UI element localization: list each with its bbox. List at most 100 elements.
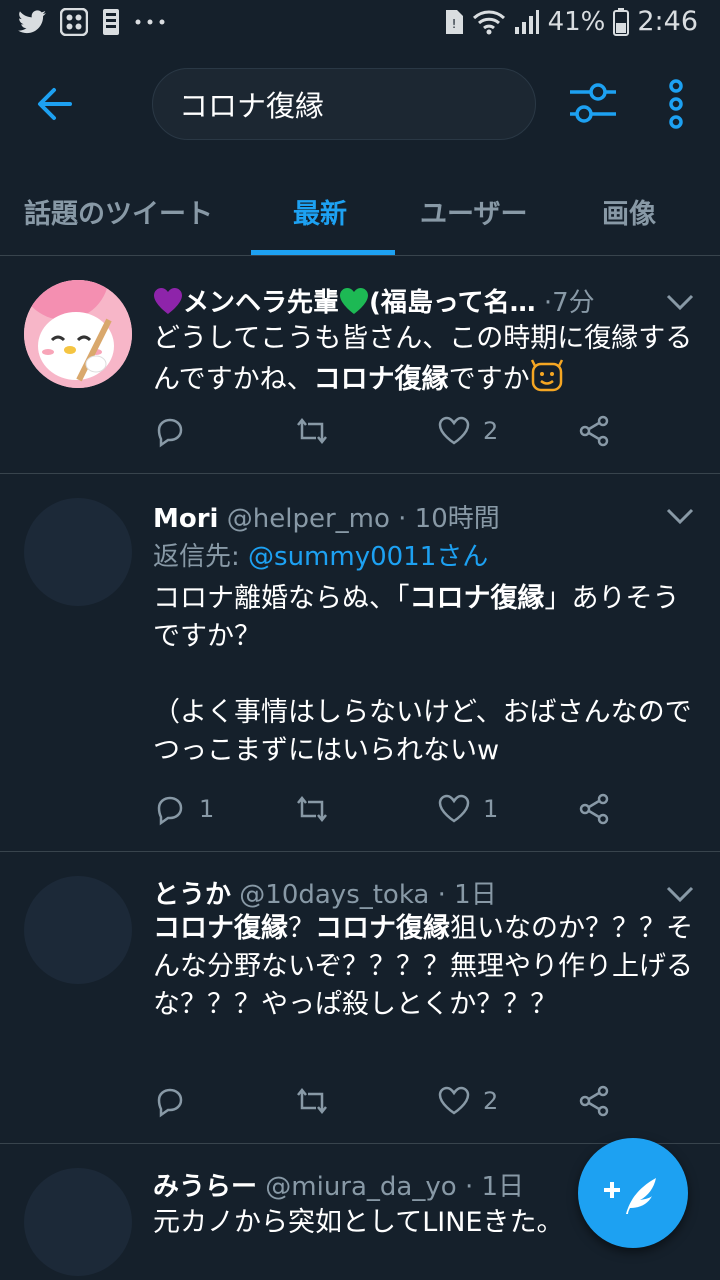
heart-icon: [438, 794, 470, 823]
tweet[interactable]: とうか @10days_toka · 1日 コロナ復縁？コロナ復縁狙いなのか？？…: [0, 852, 720, 1144]
chevron-down-icon[interactable]: [664, 506, 696, 526]
tweet-paragraph: コロナ離婚ならぬ、「コロナ復縁」ありそうですか？: [153, 580, 698, 656]
separator-dot: ·: [437, 880, 446, 910]
app-grid-icon: [60, 8, 88, 36]
retweet-icon: [297, 417, 327, 445]
reply-mention-link[interactable]: @summy0011さん: [248, 542, 488, 572]
heart-icon: [438, 416, 470, 445]
separator-dot: ·: [398, 504, 407, 534]
highlighted-term: コロナ復縁: [409, 583, 545, 614]
filter-button[interactable]: [566, 80, 620, 128]
timestamp[interactable]: 10時間: [415, 504, 500, 534]
handle[interactable]: @miura_da_yo: [265, 1172, 456, 1202]
tweet[interactable]: Mori @helper_mo · 10時間 返信先: @summy0011さん…: [0, 474, 720, 852]
tweet-actions: 2: [153, 1084, 633, 1124]
display-name[interactable]: みうらー: [153, 1172, 257, 1202]
share-icon: [579, 793, 609, 825]
tab-top-tweets[interactable]: 話題のツイート: [24, 192, 213, 231]
reply-button[interactable]: 1: [153, 792, 214, 826]
like-button[interactable]: 2: [437, 414, 498, 448]
display-name-suffix[interactable]: (福島って名…: [369, 288, 536, 318]
avatar[interactable]: [24, 280, 132, 388]
highlighted-term: コロナ復縁: [313, 364, 449, 395]
battery-percent: 41%: [547, 6, 606, 37]
share-icon: [579, 415, 609, 447]
sim-alert-icon: !: [445, 9, 463, 34]
clock: 2:46: [637, 6, 698, 37]
tweet-text: どうしてこうも皆さん、この時期に復縁するんですかね、コロナ復縁ですか: [153, 320, 698, 399]
status-right-icons: ! 41% 2:46: [444, 6, 698, 37]
purple-heart-icon: [154, 288, 182, 314]
timestamp[interactable]: 1日: [454, 880, 497, 910]
highlighted-term: コロナ復縁: [153, 913, 288, 944]
avatar[interactable]: [24, 498, 132, 606]
tab-images[interactable]: 画像: [602, 192, 656, 231]
tweet-header: とうか @10days_toka · 1日: [153, 874, 497, 911]
share-icon: [579, 1085, 609, 1117]
handle[interactable]: @helper_mo: [227, 504, 390, 534]
avatar[interactable]: [24, 876, 132, 984]
like-button[interactable]: 2: [437, 1084, 498, 1118]
compose-feather-icon: [604, 1178, 656, 1214]
more-options-button[interactable]: [658, 78, 694, 130]
timestamp[interactable]: 7分: [552, 288, 595, 318]
retweet-button[interactable]: [295, 414, 341, 448]
reply-context: 返信先: @summy0011さん: [153, 536, 488, 573]
retweet-button[interactable]: [295, 1084, 341, 1118]
chevron-down-icon[interactable]: [664, 292, 696, 312]
avatar[interactable]: [24, 1168, 132, 1276]
search-tabs: 話題のツイート 最新 ユーザー 画像: [0, 158, 720, 256]
separator-dot: ·: [464, 1172, 474, 1202]
search-box[interactable]: [152, 68, 536, 140]
retweet-icon: [297, 795, 327, 823]
tab-latest[interactable]: 最新: [293, 192, 347, 231]
more-notifications-icon: [135, 19, 165, 25]
reply-icon: [157, 418, 183, 448]
like-count: 1: [483, 795, 499, 823]
back-arrow-icon: [38, 88, 72, 120]
filter-sliders-icon: [570, 83, 616, 123]
search-input[interactable]: [179, 87, 509, 121]
compose-tweet-button[interactable]: [578, 1138, 688, 1248]
tab-users[interactable]: ユーザー: [420, 192, 527, 231]
tweet-text-part: コロナ離婚ならぬ、「: [153, 583, 410, 614]
tweet-header: みうらー @miura_da_yo · 1日: [153, 1166, 524, 1203]
twitter-bird-icon: [18, 10, 46, 34]
reply-icon: [157, 796, 183, 826]
vertical-dots-icon: [669, 79, 683, 129]
search-header: [0, 48, 720, 158]
battery-icon: [613, 7, 630, 36]
back-button[interactable]: [30, 78, 82, 130]
tweet-text-part: ですか: [448, 364, 530, 395]
signal-icon: [514, 9, 539, 34]
share-button[interactable]: [577, 414, 611, 448]
separator-dot: ·: [543, 288, 553, 318]
retweet-button[interactable]: [295, 792, 341, 826]
handle[interactable]: @10days_toka: [239, 880, 429, 910]
timestamp[interactable]: 1日: [481, 1172, 524, 1202]
share-button[interactable]: [577, 1084, 611, 1118]
heart-icon: [438, 1086, 470, 1115]
reply-button[interactable]: [153, 1084, 199, 1118]
reply-label: 返信先:: [153, 542, 249, 572]
svg-text:!: !: [451, 17, 456, 31]
like-button[interactable]: 1: [437, 792, 498, 826]
highlighted-term: コロナ復縁: [315, 913, 450, 944]
display-name[interactable]: とうか: [153, 880, 231, 910]
reply-icon: [157, 1088, 183, 1118]
status-left-icons: [18, 8, 166, 36]
wifi-icon: [472, 10, 505, 34]
retweet-icon: [297, 1087, 327, 1115]
raised-hands-emoji-icon: [530, 359, 563, 392]
tweet[interactable]: メンヘラ先輩 (福島って名… ·7分 どうしてこうも皆さん、この時期に復縁するんで…: [0, 256, 720, 474]
chevron-down-icon[interactable]: [664, 884, 696, 904]
display-name[interactable]: メンヘラ先輩: [183, 288, 339, 318]
display-name[interactable]: Mori: [153, 504, 218, 534]
tweet-actions: 1 1: [153, 792, 633, 832]
share-button[interactable]: [577, 792, 611, 826]
like-count: 2: [483, 1087, 499, 1115]
tweet-header: Mori @helper_mo · 10時間: [153, 498, 500, 535]
reply-button[interactable]: [153, 414, 199, 448]
status-bar: ! 41% 2:46: [0, 0, 720, 48]
